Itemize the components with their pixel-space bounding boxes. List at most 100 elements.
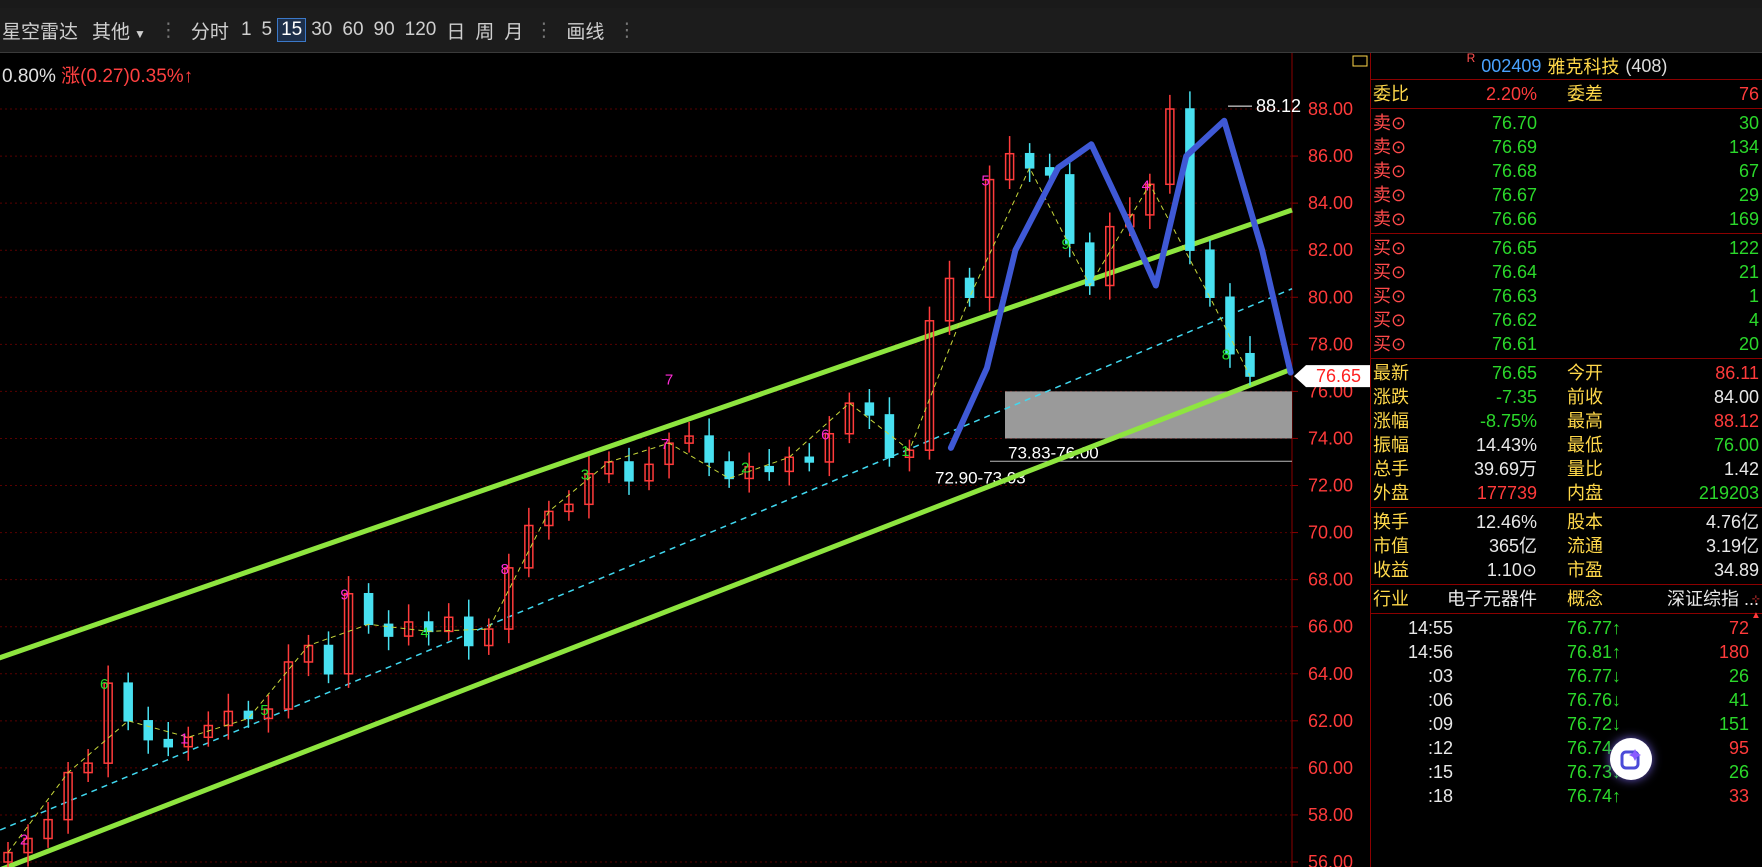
sequence-tag: 7 (665, 371, 673, 388)
buy-order-row[interactable]: 买⊙ 76.65 122 (1371, 236, 1762, 260)
y-tick-label: 60.00 (1308, 758, 1353, 778)
tick-row[interactable]: :06 76.76↓ 41 (1371, 688, 1762, 712)
candle-body[interactable] (323, 644, 334, 675)
tick-price: 76.77↑ (1566, 618, 1621, 638)
stat-label: 涨幅 (1373, 411, 1409, 431)
concept-value[interactable]: 深证综指 ... (1667, 587, 1759, 611)
buy-order-row[interactable]: 买⊙ 76.62 4 (1371, 308, 1762, 332)
stock-name[interactable]: 雅克科技 (1547, 53, 1619, 79)
tick-row[interactable]: 14:55 76.77↑ 72 (1371, 616, 1762, 640)
draw-line-button[interactable]: 画线 (559, 17, 611, 44)
other-menu[interactable]: 其他 ▼ (85, 17, 153, 44)
stat-label-2: 市盈 (1567, 560, 1603, 580)
sell-order-label: 卖⊙ (1373, 209, 1407, 229)
assistant-float-button[interactable] (1610, 738, 1652, 780)
sell-order-row[interactable]: 卖⊙ 76.66 169 (1371, 207, 1762, 231)
period-5[interactable]: 5 (257, 19, 278, 41)
scroll-markers[interactable]: ⊹ ▲ (1750, 590, 1762, 830)
trend-guide-line[interactable] (0, 288, 1293, 834)
candle-body[interactable] (123, 682, 133, 722)
y-tick-label: 68.00 (1308, 570, 1353, 590)
period-1[interactable]: 1 (236, 19, 257, 41)
sell-order-volume: 169 (1728, 209, 1759, 229)
period-30[interactable]: 30 (306, 19, 337, 41)
stat-label-2: 流通 (1567, 536, 1603, 556)
period-day[interactable]: 日 (441, 17, 470, 44)
stat-label: 市值 (1373, 536, 1409, 556)
stat-label: 最新 (1373, 363, 1409, 383)
candle-body[interactable] (804, 456, 815, 463)
candle-body[interactable] (1024, 152, 1035, 169)
y-tick-label: 56.00 (1308, 852, 1353, 867)
sell-order-volume: 67 (1738, 161, 1759, 181)
kline-chart-canvas[interactable]: 88.0086.0084.0082.0080.0078.0076.0074.00… (0, 53, 1370, 867)
r-mark: R (1466, 51, 1476, 65)
chart-option-icon[interactable] (1352, 55, 1368, 67)
tick-row[interactable]: :03 76.77↓ 26 (1371, 664, 1762, 688)
sequence-marker: 7 (661, 436, 669, 453)
candle-body[interactable] (1064, 174, 1075, 244)
candle-body[interactable] (624, 461, 634, 482)
tick-volume: 72 (1728, 618, 1749, 638)
candle-body[interactable] (1205, 249, 1215, 298)
candle-body[interactable] (363, 592, 374, 626)
stat-row: 换手 12.46% 股本 4.76亿 (1371, 510, 1762, 534)
tick-row[interactable]: 14:56 76.81↑ 180 (1371, 640, 1762, 664)
stock-code[interactable]: 002409 (1481, 56, 1541, 77)
sell-order-row[interactable]: 卖⊙ 76.68 67 (1371, 159, 1762, 183)
toolbar-divider: ⋮ (158, 19, 178, 41)
stock-count: (408) (1625, 55, 1668, 76)
candle-body[interactable] (964, 277, 975, 299)
app-name[interactable]: 星空雷达 (0, 17, 85, 44)
buy-order-label: 买⊙ (1373, 238, 1407, 258)
stat-row: 最新 76.65 今开 86.11 (1371, 361, 1762, 385)
tick-time: :06 (1427, 690, 1453, 710)
other-menu-label: 其他 (92, 21, 131, 43)
period-90[interactable]: 90 (369, 19, 400, 41)
candle-body[interactable] (724, 461, 734, 480)
period-week[interactable]: 周 (470, 17, 499, 44)
tick-row[interactable]: :12 76.74↑ 95 (1371, 736, 1762, 760)
y-tick-label: 74.00 (1308, 428, 1353, 448)
candle-body[interactable] (163, 738, 174, 748)
sell-order-row[interactable]: 卖⊙ 76.67 29 (1371, 183, 1762, 207)
candle-body[interactable] (864, 402, 875, 416)
stat-value: -8.75% (1479, 411, 1537, 431)
period-month[interactable]: 月 (499, 17, 528, 44)
candle-body[interactable] (764, 465, 774, 473)
chart-info-line: 0.80% 涨(0.27)0.35%↑ (2, 61, 193, 88)
kline-chart[interactable]: 88.00 86.00 84.00 82.00 80.00 78.00 76.00 74.00… (0, 53, 1370, 867)
period-120[interactable]: 120 (400, 19, 442, 41)
tick-row[interactable]: :15 76.73↓ 26 (1371, 760, 1762, 784)
up-arrow-icon: ▲ (1751, 610, 1761, 621)
fenshi-button[interactable]: 分时 (184, 17, 236, 44)
buy-order-row[interactable]: 买⊙ 76.63 1 (1371, 284, 1762, 308)
candle-body[interactable] (1225, 296, 1235, 355)
sell-order-row[interactable]: 卖⊙ 76.69 134 (1371, 135, 1762, 159)
sequence-marker: 8 (501, 561, 509, 578)
channel-lower-line[interactable] (0, 366, 1293, 867)
tick-row[interactable]: :09 76.72↓ 151 (1371, 712, 1762, 736)
candle-body[interactable] (884, 414, 895, 459)
tick-row[interactable]: :18 76.74↑ 33 (1371, 784, 1762, 808)
sell-order-price: 76.66 (1491, 209, 1537, 229)
candle-body[interactable] (463, 616, 474, 647)
tick-volume: 151 (1718, 714, 1749, 734)
sell-order-price: 76.67 (1491, 185, 1537, 205)
zigzag-line (7, 166, 1251, 853)
y-tick-label: 86.00 (1308, 146, 1353, 166)
buy-order-row[interactable]: 买⊙ 76.64 21 (1371, 260, 1762, 284)
candle-body[interactable] (704, 435, 714, 463)
stat-row: 振幅 14.43% 最低 76.00 (1371, 433, 1762, 457)
sell-order-label: 卖⊙ (1373, 161, 1407, 181)
candle-body[interactable] (1185, 108, 1195, 251)
industry-value[interactable]: 电子元器件 (1447, 587, 1537, 611)
candle-body[interactable] (1245, 352, 1255, 377)
candle-body[interactable] (143, 720, 153, 741)
tick-list[interactable]: 14:55 76.77↑ 72 14:56 76.81↑ 180:03 76.77↓ 26:0… (1371, 614, 1762, 808)
period-15[interactable]: 15 (277, 18, 307, 42)
buy-order-row[interactable]: 买⊙ 76.61 20 (1371, 332, 1762, 356)
price-zone-box[interactable] (1005, 391, 1292, 439)
period-60[interactable]: 60 (337, 19, 368, 41)
sell-order-row[interactable]: 卖⊙ 76.70 30 (1371, 111, 1762, 135)
